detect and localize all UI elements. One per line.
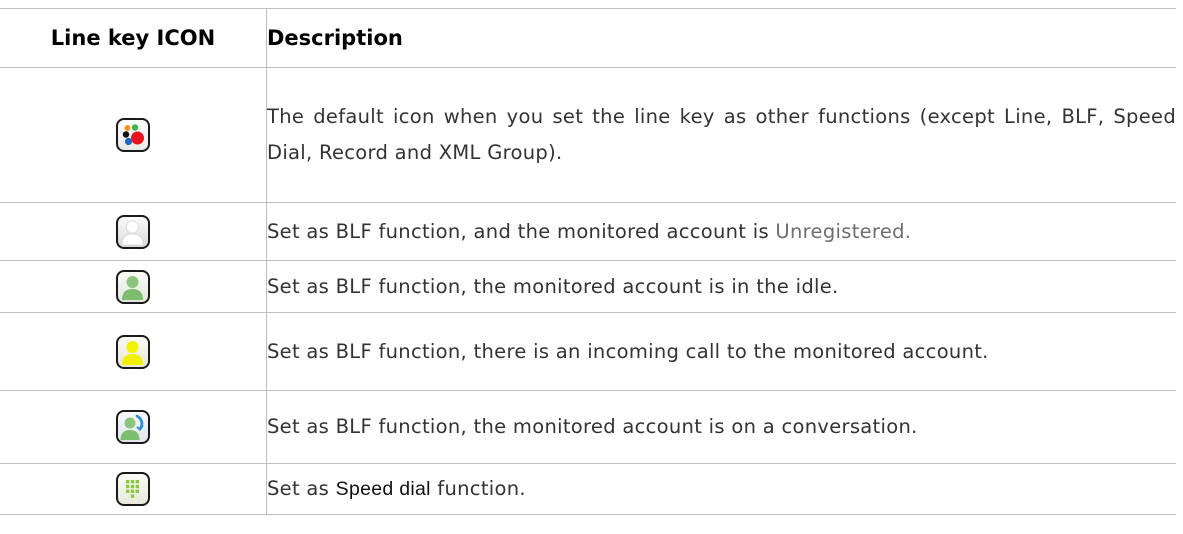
table-row: Set as Speed dial function.	[0, 463, 1176, 515]
blf-incoming-call-icon	[116, 334, 150, 369]
person-talking-icon	[120, 414, 144, 440]
person-icon	[122, 275, 143, 300]
description-cell: The default icon when you set the line k…	[266, 67, 1176, 203]
table-row: Set as BLF function, the monitored accou…	[0, 260, 1176, 313]
icon-cell	[0, 202, 267, 261]
table-row: The default icon when you set the line k…	[0, 67, 1176, 203]
description-cell: Set as Speed dial function.	[266, 463, 1176, 515]
speed-dial-icon	[116, 472, 150, 506]
default-function-icon-graphic	[122, 124, 144, 146]
speed-dial-term: Speed dial	[335, 478, 431, 500]
table-row: Set as BLF function, there is an incomin…	[0, 312, 1176, 391]
description-cell: Set as BLF function, and the monitored a…	[266, 202, 1176, 261]
icon-cell	[0, 312, 267, 391]
line-key-table: Line key ICON Description The default ic…	[0, 8, 1176, 515]
default-function-icon	[116, 118, 150, 152]
icon-cell	[0, 463, 267, 515]
description-suffix: function.	[430, 477, 526, 500]
column-header-description: Description	[266, 8, 1176, 68]
icon-cell	[0, 67, 267, 203]
icon-cell	[0, 390, 267, 464]
description-text: Set as	[267, 477, 336, 500]
description-text: Set as BLF function, and the monitored a…	[267, 219, 776, 243]
blf-conversation-icon	[116, 410, 150, 444]
person-icon	[121, 220, 144, 245]
table-header-row: Line key ICON Description	[0, 8, 1176, 68]
blf-idle-icon	[116, 269, 150, 304]
description-cell: Set as BLF function, the monitored accou…	[266, 390, 1176, 464]
table-row: Set as BLF function, the monitored accou…	[0, 390, 1176, 464]
table-row: Set as BLF function, and the monitored a…	[0, 202, 1176, 261]
description-cell: Set as BLF function, there is an incomin…	[266, 312, 1176, 391]
icon-cell	[0, 260, 267, 313]
description-cell: Set as BLF function, the monitored accou…	[266, 260, 1176, 313]
keypad-icon	[126, 480, 139, 498]
blf-unregistered-icon	[116, 214, 150, 249]
person-icon	[122, 340, 143, 365]
unregistered-status-text: Unregistered.	[775, 219, 912, 243]
column-header-icon: Line key ICON	[0, 8, 267, 68]
